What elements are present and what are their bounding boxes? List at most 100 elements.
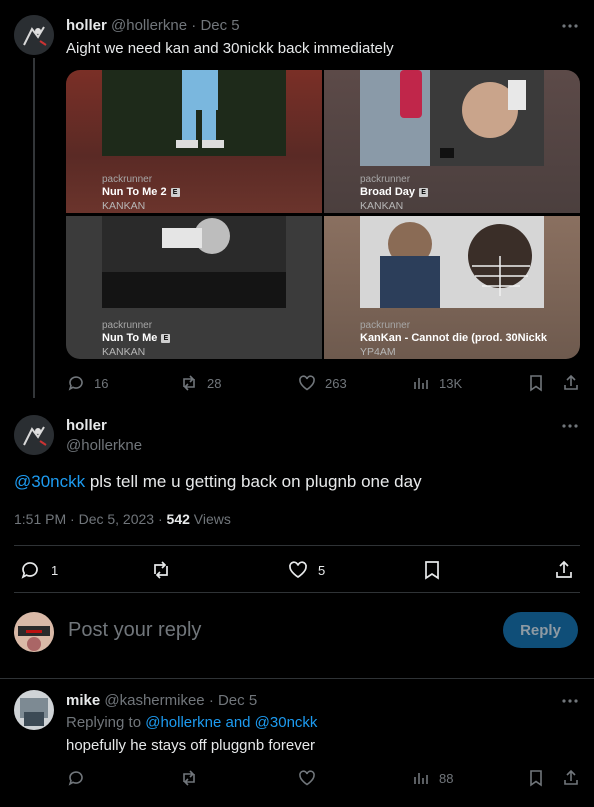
my-avatar[interactable] [14, 612, 54, 652]
tile-label: packrunner [102, 174, 153, 185]
more-options-icon[interactable] [560, 418, 580, 434]
tile-title: Nun To Me E [102, 332, 171, 344]
analytics-icon [414, 378, 428, 389]
like-count: 5 [318, 562, 326, 578]
mention-link[interactable]: @30nckk [14, 472, 85, 491]
explicit-icon: E [170, 188, 180, 197]
explicit-icon: E [419, 188, 429, 197]
heart-icon [289, 561, 307, 579]
media-tile[interactable]: packrunner Nun To Me 2E KANKAN [66, 70, 322, 213]
author-handle[interactable]: @hollerkne [111, 17, 187, 34]
share-icon [564, 374, 578, 390]
tweet-meta: 1:51 PM · Dec 5, 2023 · 542 Views [14, 511, 231, 527]
media-tile[interactable]: packrunner KanKan - Cannot die (prod. 30… [324, 216, 580, 359]
avatar[interactable] [14, 15, 54, 55]
repost-icon [183, 770, 195, 786]
tile-title: KanKan - Cannot die (prod. 30Nickk [360, 332, 548, 344]
analytics-icon [414, 773, 428, 784]
tweet-text: @30nckk pls tell me u getting back on pl… [14, 472, 422, 492]
share-icon [564, 769, 578, 785]
bookmark-icon [425, 561, 439, 580]
bookmark-icon [530, 770, 542, 787]
bookmark-icon [530, 375, 542, 392]
tweet-date[interactable]: · Dec 5 [209, 692, 257, 709]
reply-icon [68, 376, 83, 391]
avatar-image [14, 15, 54, 55]
author-handle[interactable]: @hollerkne [66, 437, 142, 454]
tile-label: packrunner [102, 320, 153, 331]
avatar[interactable] [14, 690, 54, 730]
author-name[interactable]: holler [66, 17, 107, 34]
tile-label: packrunner [360, 320, 411, 331]
avatar[interactable] [14, 415, 54, 455]
bookmark-button[interactable] [421, 559, 443, 581]
media-grid: packrunner Nun To Me 2E KANKAN packrunne… [66, 70, 580, 359]
view-count: 13K [439, 375, 463, 391]
tweet-timestamp[interactable]: 1:51 PM · Dec 5, 2023 · [14, 511, 167, 527]
tile-artist: KANKAN [360, 200, 404, 212]
reply-button-label: Reply [520, 621, 561, 639]
heart-icon [299, 770, 315, 786]
tile-title: Nun To Me 2E [102, 186, 180, 198]
album-art [360, 216, 544, 308]
repost-icon [154, 561, 168, 579]
reply-submit-button[interactable]: Reply [503, 612, 578, 648]
tile-artist: KANKAN [102, 200, 146, 212]
reply-input[interactable]: Post your reply [68, 619, 201, 642]
share-button[interactable] [561, 768, 581, 788]
reply-button[interactable] [66, 768, 86, 788]
media-tile[interactable]: packrunner Broad Day E KANKAN [324, 70, 580, 213]
views-button[interactable]: 13K [411, 373, 462, 393]
repost-count: 28 [207, 375, 222, 391]
repost-icon [183, 375, 195, 391]
thread-connector [33, 58, 35, 398]
views-button[interactable]: 88 [411, 768, 453, 788]
replying-prefix: Replying to [66, 714, 146, 731]
tweet-header: holler @hollerkne · Dec 5 [66, 17, 240, 34]
tile-title: Broad Day E [360, 186, 429, 198]
like-button[interactable]: 5 [287, 559, 325, 581]
more-options-icon[interactable] [560, 693, 580, 709]
bookmark-button[interactable] [526, 373, 546, 393]
replying-to-links[interactable]: @hollerkne and @30nckk [145, 714, 317, 731]
like-button[interactable]: 263 [297, 373, 347, 393]
album-art [102, 70, 286, 156]
avatar-image [14, 690, 54, 730]
explicit-icon: E [161, 334, 171, 343]
reply-button[interactable]: 16 [66, 373, 108, 393]
tweet-body: pls tell me u getting back on plugnb one… [85, 472, 422, 491]
media-tile[interactable]: packrunner Nun To Me E KANKAN [66, 216, 322, 359]
share-button[interactable] [561, 373, 581, 393]
bookmark-button[interactable] [526, 768, 546, 788]
views-label: Views [189, 511, 231, 527]
tile-artist: KANKAN [102, 346, 146, 358]
album-art [102, 216, 286, 308]
repost-button[interactable] [150, 559, 172, 581]
author-name[interactable]: mike [66, 692, 100, 709]
album-art [360, 70, 544, 166]
views-number: 542 [166, 511, 190, 527]
divider [14, 545, 580, 546]
reply-count: 1 [51, 562, 59, 578]
repost-button[interactable]: 28 [179, 373, 221, 393]
like-button[interactable] [297, 768, 317, 788]
author-handle[interactable]: @kashermikee [104, 692, 204, 709]
share-button[interactable] [553, 559, 575, 581]
author-name[interactable]: holler [66, 417, 107, 434]
tweet-text: hopefully he stays off pluggnb forever [66, 737, 316, 754]
divider [14, 592, 580, 593]
tweet-text: Aight we need kan and 30nickk back immed… [66, 40, 394, 57]
tile-artist: YP4AM [360, 346, 396, 358]
avatar-image [14, 612, 54, 652]
replying-to: Replying to @hollerkne and @30nckk [66, 714, 317, 731]
share-icon [556, 560, 572, 578]
more-options-icon[interactable] [560, 18, 580, 34]
like-count: 263 [325, 375, 347, 391]
tweet-date[interactable]: · Dec 5 [191, 17, 239, 34]
reply-button[interactable]: 1 [20, 559, 58, 581]
avatar-image [14, 415, 54, 455]
view-count: 88 [439, 770, 454, 786]
repost-button[interactable] [179, 768, 199, 788]
reply-icon [68, 771, 83, 786]
tile-label: packrunner [360, 174, 411, 185]
